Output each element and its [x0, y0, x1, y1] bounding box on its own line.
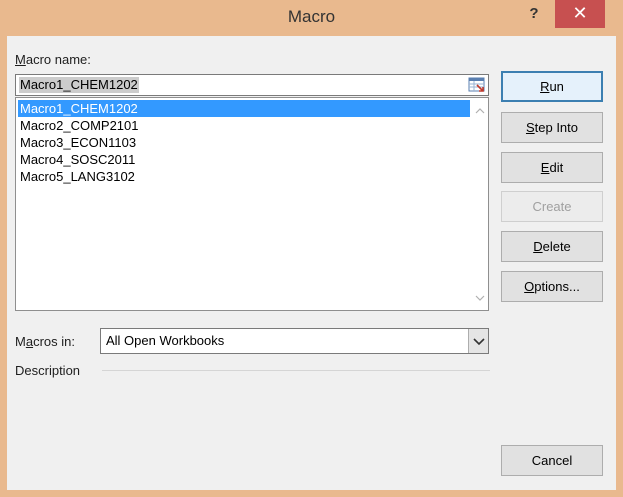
step-into-mnemonic: S: [525, 120, 535, 135]
refedit-icon[interactable]: [468, 76, 486, 94]
macro-name-value: Macro1_CHEM1202: [19, 77, 139, 93]
options-button[interactable]: Options...: [501, 271, 603, 302]
macro-dialog: Macro ? ✕ Macro name: Macro1_CHEM1202 Ma…: [0, 0, 623, 497]
delete-rest: elete: [542, 239, 571, 254]
run-rest: un: [549, 79, 564, 94]
description-divider: [102, 370, 490, 371]
macros-in-value: All Open Workbooks: [106, 333, 225, 348]
step-into-rest: tep Into: [534, 120, 579, 135]
delete-mnemonic: D: [533, 239, 543, 254]
options-rest: ptions...: [534, 279, 580, 294]
list-scrollbar[interactable]: [471, 98, 488, 310]
list-item-macro4[interactable]: Macro4_SOSC2011: [18, 151, 470, 168]
dialog-body: Macro name: Macro1_CHEM1202 Macro1_CHEM1…: [7, 36, 616, 490]
dropdown-arrow-icon: [473, 338, 485, 346]
options-mnemonic: O: [524, 279, 535, 294]
macros-in-dropdown-button[interactable]: [468, 329, 488, 353]
list-item-macro1[interactable]: Macro1_CHEM1202: [18, 100, 470, 117]
macros-in-label-a: M: [15, 334, 26, 349]
macros-in-select[interactable]: All Open Workbooks: [100, 328, 489, 354]
scroll-down-icon[interactable]: [475, 294, 485, 302]
run-button[interactable]: Run: [501, 71, 603, 102]
scroll-up-icon[interactable]: [475, 107, 485, 115]
edit-button[interactable]: Edit: [501, 152, 603, 183]
list-item-macro5[interactable]: Macro5_LANG3102: [18, 168, 470, 185]
step-into-button[interactable]: Step Into: [501, 112, 603, 143]
title-bar[interactable]: Macro ? ✕: [0, 0, 623, 36]
create-button[interactable]: Create: [501, 191, 603, 222]
macro-name-input[interactable]: Macro1_CHEM1202: [15, 74, 489, 96]
macros-in-label-rest: cros in:: [33, 334, 75, 349]
macros-in-label: Macros in:: [15, 334, 75, 349]
macro-list[interactable]: Macro1_CHEM1202 Macro2_COMP2101 Macro3_E…: [15, 97, 489, 311]
macros-in-mnemonic: a: [25, 334, 34, 349]
cancel-button[interactable]: Cancel: [501, 445, 603, 476]
macro-name-label: Macro name:: [15, 52, 91, 67]
edit-rest: dit: [549, 160, 564, 175]
close-button[interactable]: ✕: [555, 0, 605, 28]
macro-name-label-mnemonic: M: [15, 52, 26, 67]
description-label: Description: [15, 363, 81, 378]
macro-name-label-rest: acro name:: [25, 52, 91, 67]
delete-button[interactable]: Delete: [501, 231, 603, 262]
list-item-macro3[interactable]: Macro3_ECON1103: [18, 134, 470, 151]
help-button[interactable]: ?: [521, 4, 547, 28]
list-item-macro2[interactable]: Macro2_COMP2101: [18, 117, 470, 134]
